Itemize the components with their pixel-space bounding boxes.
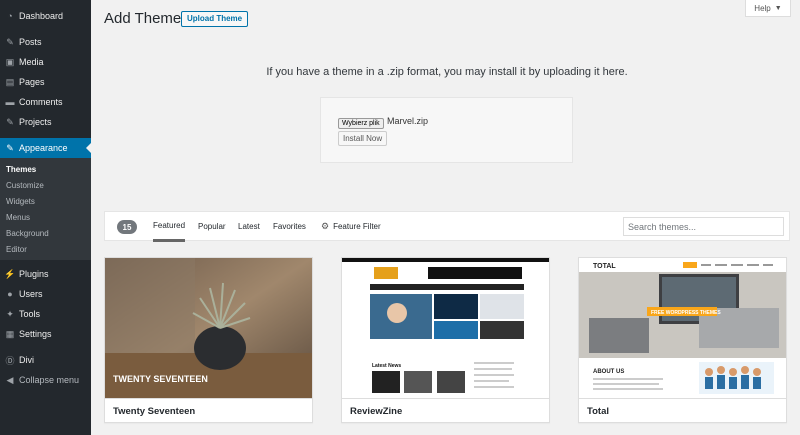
caret-down-icon: ▼ <box>774 4 782 12</box>
pin-icon: ✎ <box>6 116 14 127</box>
collapse-icon: ◀ <box>6 374 14 385</box>
submenu-item-widgets[interactable]: Widgets <box>0 193 91 209</box>
sidebar-item-pages[interactable]: ▤ Pages <box>0 72 91 92</box>
collapse-menu-button[interactable]: ◀ Collapse menu <box>0 370 91 390</box>
sidebar-item-media[interactable]: ▣ Media <box>0 52 91 72</box>
svg-text:ABOUT US: ABOUT US <box>593 369 624 375</box>
submenu-item-themes[interactable]: Themes <box>0 161 91 177</box>
sidebar-item-label: Projects <box>19 117 52 127</box>
submenu-item-editor[interactable]: Editor <box>0 241 91 257</box>
sidebar-item-projects[interactable]: ✎ Projects <box>0 112 91 132</box>
gear-icon: ⚙ <box>321 221 330 231</box>
theme-name: ReviewZine <box>342 398 549 422</box>
sidebar-item-users[interactable]: ● Users <box>0 284 91 304</box>
theme-card-twenty-seventeen[interactable]: TWENTY SEVENTEEN Twenty Seventeen <box>104 257 313 423</box>
theme-screenshot: TOTAL FREE WORDPRESS THEMES ABOUT US <box>579 258 786 398</box>
tab-favorites[interactable]: Favorites <box>273 212 306 241</box>
screenshot-caption: Latest News <box>372 363 401 369</box>
install-now-button[interactable]: Install Now <box>338 131 388 146</box>
sidebar-item-label: Appearance <box>19 143 68 153</box>
tab-featured[interactable]: Featured <box>153 212 186 242</box>
theme-card-reviewzine[interactable]: Latest News ReviewZine <box>341 257 550 423</box>
submenu-item-background[interactable]: Background <box>0 225 91 241</box>
wrench-icon: ✦ <box>6 308 14 319</box>
help-label: Help <box>754 3 771 13</box>
theme-name: Total <box>579 398 786 422</box>
theme-filter-bar: 15 Featured Popular Latest Favorites ⚙ F… <box>104 211 790 242</box>
theme-screenshot: Latest News <box>342 258 549 398</box>
theme-name: Twenty Seventeen <box>105 398 312 422</box>
plugin-icon: ⚡ <box>4 268 16 279</box>
brush-icon: ✎ <box>6 142 14 153</box>
sidebar-item-label: Posts <box>19 37 42 47</box>
screenshot-caption: FREE WORDPRESS THEMES <box>651 310 721 316</box>
page-title: Add Themes <box>104 10 189 27</box>
theme-card-total[interactable]: TOTAL FREE WORDPRESS THEMES ABOUT US Tot… <box>578 257 787 423</box>
feature-filter-label: Feature Filter <box>333 222 381 231</box>
sidebar-item-label: Users <box>19 289 43 299</box>
sidebar-item-tools[interactable]: ✦ Tools <box>0 304 91 324</box>
sidebar-item-appearance[interactable]: ✎ Appearance <box>0 138 91 158</box>
sidebar-item-settings[interactable]: ▦ Settings <box>0 324 91 344</box>
sidebar-item-plugins[interactable]: ⚡ Plugins <box>0 264 91 284</box>
pin-icon: ✎ <box>6 36 14 47</box>
sidebar-item-label: Pages <box>19 77 45 87</box>
divi-icon: Ⓓ <box>5 355 15 366</box>
upload-theme-button[interactable]: Upload Theme <box>181 11 249 27</box>
upload-description: If you have a theme in a .zip format, yo… <box>266 66 628 78</box>
sidebar-item-label: Plugins <box>19 269 49 279</box>
sidebar-item-dashboard[interactable]: ◔ Dashboard <box>0 6 91 26</box>
sidebar-item-label: Media <box>19 57 44 67</box>
sidebar-item-label: Collapse menu <box>19 375 80 385</box>
sidebar-item-label: Comments <box>19 97 63 107</box>
admin-sidebar: ◔ Dashboard ✎ Posts ▣ Media ▤ Pages ▬ Co… <box>0 0 91 435</box>
users-icon: ● <box>7 289 13 299</box>
sidebar-item-label: Divi <box>19 355 34 365</box>
settings-icon: ▦ <box>5 328 15 339</box>
choose-file-button[interactable]: Wybierz plik <box>338 118 384 129</box>
selected-file-name: Marvel.zip <box>387 116 429 126</box>
comments-icon: ▬ <box>5 97 15 107</box>
sidebar-item-label: Tools <box>19 309 41 319</box>
pages-icon: ▤ <box>5 76 15 87</box>
theme-screenshot: TWENTY SEVENTEEN <box>105 258 312 398</box>
media-icon: ▣ <box>5 56 15 67</box>
help-button[interactable]: Help ▼ <box>745 0 791 17</box>
sidebar-item-label: Dashboard <box>19 11 64 21</box>
feature-filter-button[interactable]: ⚙ Feature Filter <box>321 212 381 241</box>
sidebar-item-label: Settings <box>19 329 52 339</box>
svg-text:TOTAL: TOTAL <box>593 263 616 270</box>
theme-count-badge: 15 <box>117 220 137 234</box>
sidebar-item-comments[interactable]: ▬ Comments <box>0 92 91 112</box>
appearance-submenu: Themes Customize Widgets Menus Backgroun… <box>0 158 91 260</box>
sidebar-item-posts[interactable]: ✎ Posts <box>0 32 91 52</box>
submenu-item-menus[interactable]: Menus <box>0 209 91 225</box>
tab-popular[interactable]: Popular <box>198 212 226 241</box>
upload-form: Wybierz plik Marvel.zip Install Now <box>320 97 573 163</box>
submenu-item-customize[interactable]: Customize <box>0 177 91 193</box>
tab-latest[interactable]: Latest <box>238 212 260 241</box>
screenshot-caption: TWENTY SEVENTEEN <box>113 374 208 384</box>
dashboard-icon: ◔ <box>7 11 13 21</box>
search-themes-input[interactable] <box>623 217 784 236</box>
sidebar-item-divi[interactable]: Ⓓ Divi <box>0 350 91 370</box>
